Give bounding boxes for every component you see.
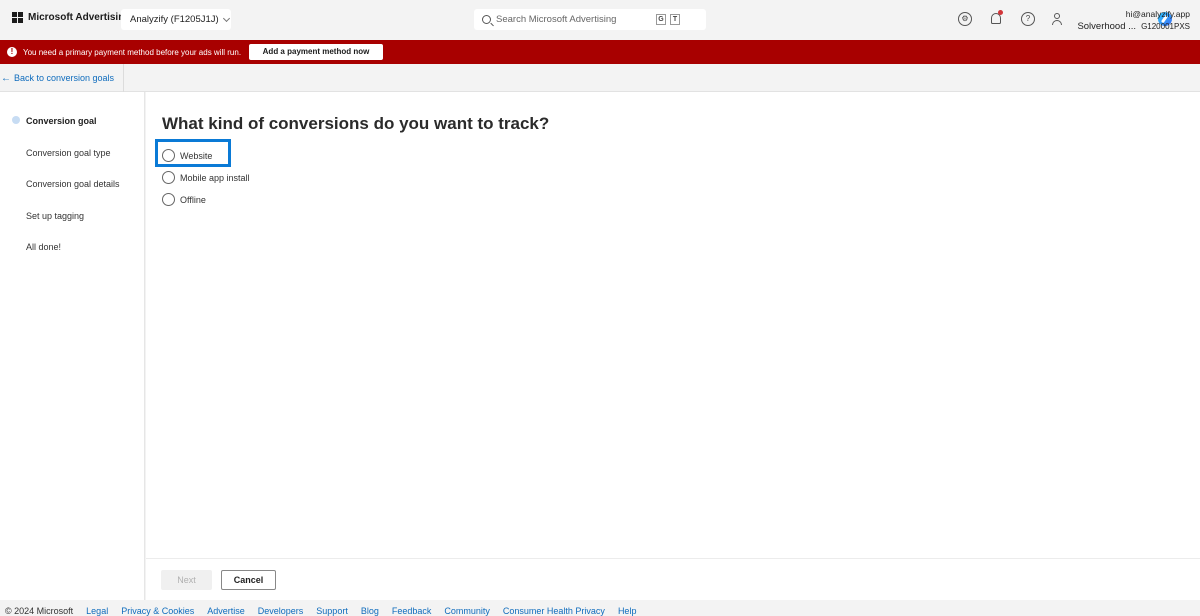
search-input[interactable]: Search Microsoft Advertising bbox=[496, 14, 616, 25]
warning-icon: ! bbox=[7, 47, 17, 57]
footer-link-legal[interactable]: Legal bbox=[86, 606, 108, 616]
radio-website[interactable] bbox=[162, 149, 175, 162]
step-set-up-tagging: Set up tagging bbox=[26, 211, 85, 221]
step-conversion-goal-details: Conversion goal details bbox=[26, 179, 120, 189]
option-mobile-app-install-label: Mobile app install bbox=[180, 172, 250, 183]
back-to-conversion-goals-link[interactable]: ← Back to conversion goals bbox=[1, 64, 124, 92]
footer-link-consumer-health-privacy[interactable]: Consumer Health Privacy bbox=[503, 606, 605, 616]
search-box[interactable]: Search Microsoft Advertising G T bbox=[474, 9, 1172, 30]
account-switcher[interactable]: Analyzify (F1205J1J) bbox=[121, 9, 231, 30]
chevron-down-icon bbox=[222, 14, 230, 22]
option-website[interactable]: Website bbox=[162, 149, 212, 162]
add-payment-method-button[interactable]: Add a payment method now bbox=[249, 44, 383, 60]
top-bar: Microsoft Advertising Analyzify (F1205J1… bbox=[0, 0, 1200, 40]
user-account-menu[interactable]: hi@analyzify.app Solverhood ... G120001PX… bbox=[1077, 8, 1190, 33]
brand-name: Microsoft Advertising bbox=[28, 12, 131, 23]
footer-link-help[interactable]: Help bbox=[618, 606, 637, 616]
step-all-done: All done! bbox=[26, 242, 62, 252]
copyright: © 2024 Microsoft bbox=[5, 606, 74, 616]
radio-offline[interactable] bbox=[162, 193, 175, 206]
site-footer: © 2024 Microsoft Legal Privacy & Cookies… bbox=[0, 600, 1200, 616]
customer-id: G120001PXS bbox=[1141, 22, 1190, 31]
arrow-left-icon: ← bbox=[1, 72, 11, 84]
option-website-label: Website bbox=[180, 150, 213, 161]
actions-divider bbox=[146, 558, 1200, 559]
banner-message: You need a primary payment method before… bbox=[23, 47, 242, 57]
search-icon bbox=[482, 15, 491, 24]
option-offline[interactable]: Offline bbox=[162, 193, 206, 206]
user-email: hi@analyzify.app bbox=[1125, 9, 1190, 19]
microsoft-logo-icon bbox=[12, 12, 23, 23]
account-name: Analyzify (F1205J1J) bbox=[130, 14, 219, 25]
next-button[interactable]: Next bbox=[161, 570, 212, 590]
notification-badge bbox=[998, 10, 1003, 15]
option-mobile-app-install[interactable]: Mobile app install bbox=[162, 171, 250, 184]
footer-link-support[interactable]: Support bbox=[316, 606, 348, 616]
help-icon[interactable]: ? bbox=[1021, 12, 1035, 26]
user-org: Solverhood ... bbox=[1077, 21, 1137, 32]
step-conversion-goal: Conversion goal bbox=[26, 116, 97, 126]
wizard-steps-sidebar: Conversion goal Conversion goal type Con… bbox=[0, 92, 145, 600]
back-bar: ← Back to conversion goals bbox=[0, 64, 1200, 92]
tools-icon[interactable]: ⚙ bbox=[958, 12, 972, 26]
option-offline-label: Offline bbox=[180, 194, 206, 205]
back-link-label: Back to conversion goals bbox=[14, 73, 115, 83]
page-title: What kind of conversions do you want to … bbox=[162, 114, 550, 133]
footer-link-community[interactable]: Community bbox=[444, 606, 490, 616]
cancel-button[interactable]: Cancel bbox=[221, 570, 276, 590]
shortcut-key-g: G bbox=[656, 14, 666, 25]
footer-link-blog[interactable]: Blog bbox=[361, 606, 379, 616]
footer-link-developers[interactable]: Developers bbox=[258, 606, 304, 616]
footer-link-advertise[interactable]: Advertise bbox=[207, 606, 245, 616]
footer-link-feedback[interactable]: Feedback bbox=[392, 606, 432, 616]
brand[interactable]: Microsoft Advertising bbox=[12, 12, 130, 23]
payment-warning-banner: ! You need a primary payment method befo… bbox=[0, 40, 1200, 64]
radio-mobile-app-install[interactable] bbox=[162, 171, 175, 184]
step-conversion-goal-type: Conversion goal type bbox=[26, 148, 111, 158]
shortcut-key-t: T bbox=[670, 14, 680, 25]
footer-link-privacy[interactable]: Privacy & Cookies bbox=[121, 606, 194, 616]
main-content: What kind of conversions do you want to … bbox=[146, 92, 1200, 600]
current-step-indicator bbox=[12, 116, 20, 124]
